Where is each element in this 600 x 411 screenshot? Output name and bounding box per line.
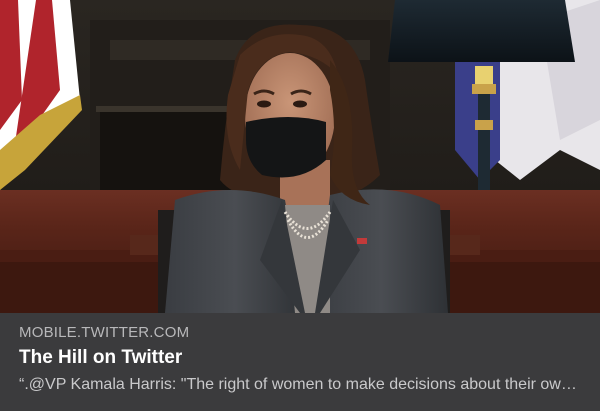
preview-photo <box>0 0 600 313</box>
link-title[interactable]: The Hill on Twitter <box>19 347 182 369</box>
link-preview-card[interactable]: MOBILE.TWITTER.COM The Hill on Twitter “… <box>0 0 600 411</box>
link-description: “.@VP Kamala Harris: "The right of women… <box>19 376 579 393</box>
preview-image[interactable] <box>0 0 600 313</box>
link-domain: MOBILE.TWITTER.COM <box>19 324 190 341</box>
link-preview-meta[interactable]: MOBILE.TWITTER.COM The Hill on Twitter “… <box>0 313 600 411</box>
